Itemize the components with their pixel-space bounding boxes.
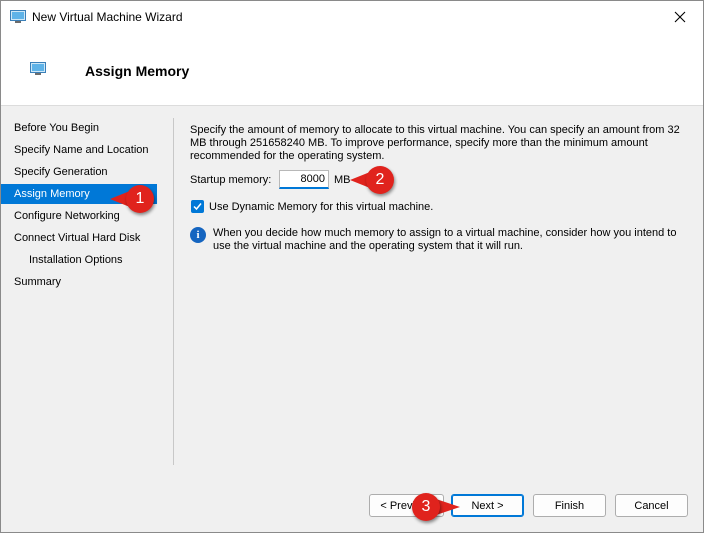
callout-3: 3 xyxy=(412,492,462,522)
dynamic-memory-label[interactable]: Use Dynamic Memory for this virtual mach… xyxy=(209,201,433,213)
nav-item-summary[interactable]: Summary xyxy=(1,272,157,292)
nav-item-specify-generation[interactable]: Specify Generation xyxy=(1,162,157,182)
callout-2: 2 xyxy=(350,165,400,195)
finish-button[interactable]: Finish xyxy=(533,494,606,517)
cancel-button[interactable]: Cancel xyxy=(615,494,688,517)
callout-1: 1 xyxy=(110,185,158,215)
wizard-window: New Virtual Machine Wizard Assign Memory… xyxy=(0,0,704,533)
callout-3-badge: 3 xyxy=(412,493,440,521)
nav-divider xyxy=(173,118,174,465)
info-icon: i xyxy=(190,227,206,243)
title-bar: New Virtual Machine Wizard xyxy=(1,1,703,33)
dynamic-memory-checkbox[interactable] xyxy=(191,200,204,213)
nav-item-specify-name-location[interactable]: Specify Name and Location xyxy=(1,140,157,160)
page-title: Assign Memory xyxy=(85,63,190,79)
memory-description: Specify the amount of memory to allocate… xyxy=(190,124,680,162)
startup-memory-unit: MB xyxy=(334,174,351,186)
close-button[interactable] xyxy=(657,1,703,33)
nav-item-installation-options[interactable]: Installation Options xyxy=(1,250,157,270)
checkmark-icon xyxy=(193,203,202,211)
callout-2-badge: 2 xyxy=(366,166,394,194)
startup-memory-label: Startup memory: xyxy=(190,174,272,186)
nav-item-before-you-begin[interactable]: Before You Begin xyxy=(1,118,157,138)
startup-memory-input[interactable] xyxy=(279,170,329,189)
window-title: New Virtual Machine Wizard xyxy=(32,10,183,24)
callout-1-badge: 1 xyxy=(126,185,154,213)
nav-item-connect-virtual-hard-disk[interactable]: Connect Virtual Hard Disk xyxy=(1,228,157,248)
page-header: Assign Memory xyxy=(1,33,703,106)
hyper-v-icon xyxy=(30,62,46,75)
close-icon xyxy=(674,11,686,23)
hyper-v-icon xyxy=(10,10,26,23)
info-text: When you decide how much memory to assig… xyxy=(213,227,677,252)
